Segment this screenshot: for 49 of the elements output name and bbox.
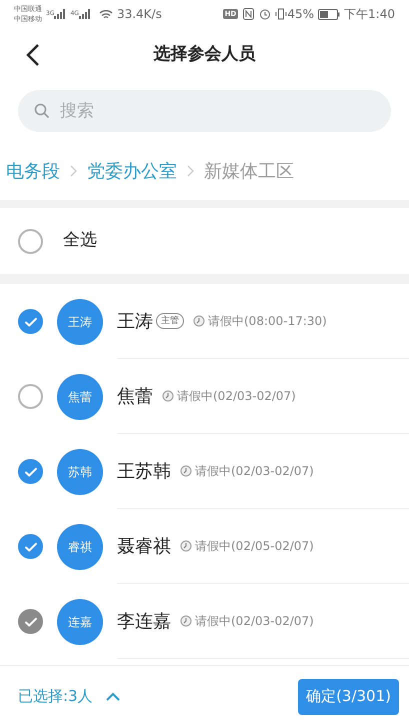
- search-icon: [34, 103, 50, 119]
- checkbox[interactable]: [18, 384, 43, 409]
- leave-status: 请假中(08:00-17:30): [208, 313, 327, 330]
- checkbox[interactable]: [18, 534, 43, 559]
- chevron-icon: [70, 165, 77, 177]
- signal-icon: [54, 9, 66, 19]
- avatar: 连嘉: [57, 598, 103, 644]
- breadcrumb-item[interactable]: 新媒体工区: [204, 158, 294, 184]
- confirm-button[interactable]: 确定(3/301): [298, 678, 399, 714]
- signal-icon: [78, 9, 91, 19]
- battery-icon: [318, 8, 340, 20]
- back-icon: [26, 43, 40, 67]
- clock-icon: [193, 315, 205, 327]
- checkbox[interactable]: [18, 228, 43, 254]
- role-tag: 主管: [156, 313, 184, 329]
- checkbox[interactable]: [18, 459, 43, 484]
- chevron-icon: [187, 165, 194, 177]
- expand-icon[interactable]: [104, 692, 121, 702]
- person-name: 王涛: [117, 310, 153, 334]
- person-name: 李连嘉: [117, 610, 171, 634]
- avatar: 焦蕾: [57, 374, 103, 420]
- leave-status: 请假中(02/05-02/07): [195, 538, 314, 555]
- battery-percent: 45%: [287, 6, 314, 23]
- avatar: 苏韩: [57, 448, 103, 494]
- vibrate-icon: [275, 8, 288, 20]
- leave-status: 请假中(02/03-02/07): [177, 388, 296, 405]
- breadcrumb-item[interactable]: 电务段: [6, 158, 60, 184]
- checkbox[interactable]: [18, 309, 43, 334]
- page-title: 选择参会人员: [154, 43, 256, 66]
- search-field[interactable]: 搜索: [18, 90, 391, 132]
- clock-icon: [180, 540, 192, 552]
- wifi-icon: [98, 8, 113, 20]
- clock-icon: [180, 615, 192, 627]
- avatar: 睿祺: [57, 524, 103, 570]
- clock-icon: [162, 390, 174, 402]
- select-all-label: 全选: [63, 229, 97, 252]
- person-name: 王苏韩: [117, 460, 171, 484]
- alarm-icon: [259, 8, 272, 20]
- avatar: 王涛: [57, 298, 103, 344]
- network-speed: 33.4K/s: [116, 6, 162, 23]
- nfc-icon: [243, 8, 254, 20]
- leave-status: 请假中(02/03-02/07): [195, 613, 314, 630]
- person-name: 焦蕾: [117, 384, 153, 408]
- leave-status: 请假中(02/03-02/07): [195, 463, 314, 480]
- clock-time: 下午1:40: [344, 6, 395, 23]
- clock-icon: [180, 465, 192, 477]
- selected-count: 已选择:3人: [18, 686, 93, 708]
- breadcrumb-item[interactable]: 党委办公室: [87, 158, 177, 184]
- person-name: 聂睿祺: [117, 534, 171, 558]
